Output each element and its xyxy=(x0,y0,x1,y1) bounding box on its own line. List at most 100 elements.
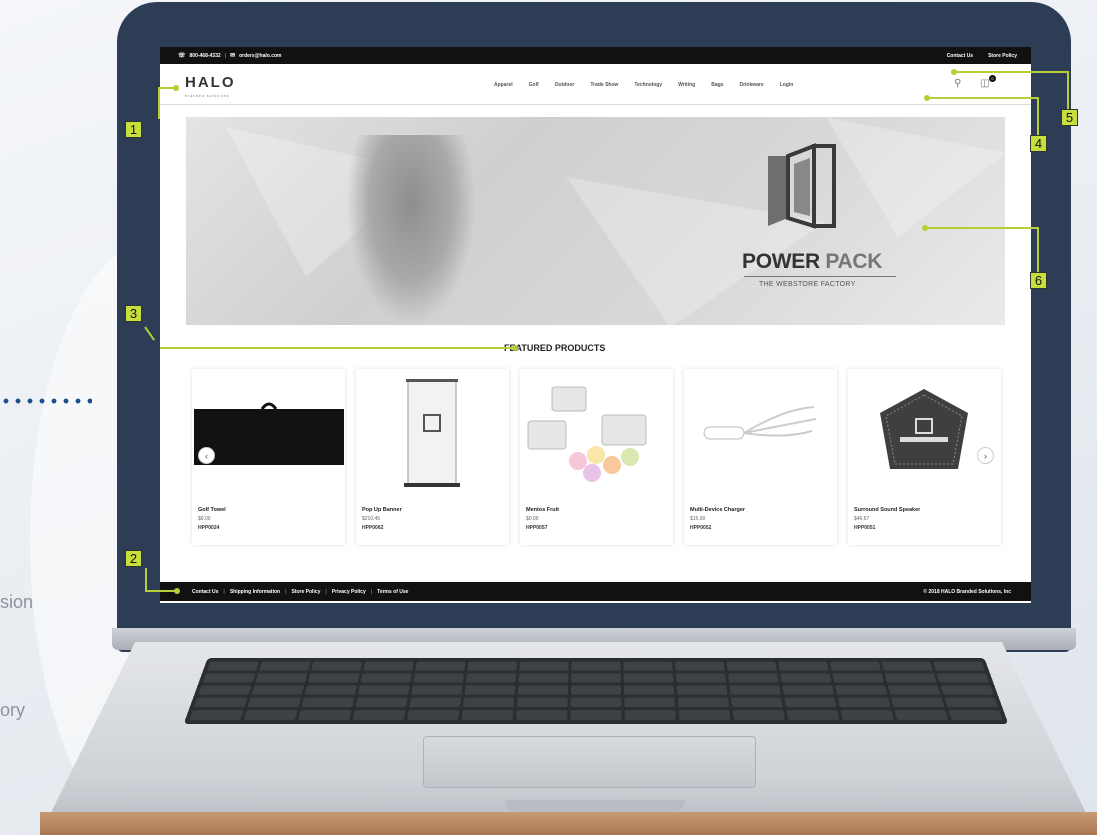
logo-text: HALO xyxy=(185,74,236,91)
dotted-line xyxy=(0,398,92,404)
hero-title-light: PACK xyxy=(825,250,883,273)
nav-item-writing[interactable]: Writing xyxy=(678,82,695,88)
callout-1-line xyxy=(158,87,176,89)
nav-item-bags[interactable]: Bags xyxy=(711,82,723,88)
callout-6-line xyxy=(1037,227,1039,273)
keyboard-key xyxy=(674,661,725,671)
footer-separator: | xyxy=(370,588,373,595)
nav-menu: Apparel Golf Outdoor Trade Show Technolo… xyxy=(494,82,793,88)
keyboard-key xyxy=(784,697,837,708)
keyboard-key xyxy=(894,710,949,720)
footer-separator: | xyxy=(285,588,287,595)
product-name[interactable]: Mentos Fruit xyxy=(526,507,559,513)
callout-3-line xyxy=(160,347,514,349)
login-link[interactable]: Login xyxy=(780,82,794,88)
keyboard-key xyxy=(782,685,835,695)
footer-store-policy-link[interactable]: Store Policy xyxy=(292,589,321,595)
keyboard-key xyxy=(881,661,933,671)
keyboard-key xyxy=(206,661,259,671)
keyboard-key xyxy=(406,710,460,720)
callout-2-line xyxy=(145,568,147,590)
product-card[interactable]: Multi-Device Charger $15.00 HPP0052 xyxy=(684,369,837,545)
product-card[interactable]: Golf Towel $6.00 HPP0024 xyxy=(192,369,345,545)
keyboard-key xyxy=(464,685,516,695)
footer-shipping-link[interactable]: Shipping Information xyxy=(230,589,280,595)
keyboard-key xyxy=(727,673,779,683)
product-name[interactable]: Surround Sound Speaker xyxy=(854,507,920,513)
keyboard-key xyxy=(301,697,355,708)
keyboard-key xyxy=(467,661,518,671)
keyboard-key xyxy=(363,661,414,671)
nav-item-trade-show[interactable]: Trade Show xyxy=(590,82,618,88)
footer-privacy-link[interactable]: Privacy Policy xyxy=(332,589,366,595)
keyboard-key xyxy=(517,685,569,695)
hero-title-bold: POWER xyxy=(742,250,820,273)
email-link[interactable]: orders@halo.com xyxy=(239,53,281,59)
top-bar: ☏ 800-468-4332 | ✉ orders@halo.com Conta… xyxy=(160,47,1031,64)
nav-item-drinkware[interactable]: Drinkware xyxy=(739,82,763,88)
mentos-fruit-image xyxy=(527,386,647,482)
hero-banner[interactable]: POWER PACK THE WEBSTORE FACTORY xyxy=(186,117,1005,325)
hiker-image xyxy=(346,135,476,325)
headset-icon: ☏ xyxy=(178,53,186,59)
halo-logo[interactable]: HALO branded solutions xyxy=(185,74,236,103)
keyboard-key xyxy=(729,685,781,695)
keyboard-key xyxy=(198,685,252,695)
keyboard-key xyxy=(465,673,517,683)
keyboard-key xyxy=(571,661,621,671)
footer-contact-link[interactable]: Contact Us xyxy=(192,589,218,595)
power-pack-logo-icon xyxy=(768,143,836,229)
keyboard-key xyxy=(677,697,730,708)
nav-item-outdoor[interactable]: Outdoor xyxy=(555,82,575,88)
callout-3: 3 xyxy=(125,305,142,322)
nav-item-apparel[interactable]: Apparel xyxy=(494,82,513,88)
product-sku: HPP0051 xyxy=(854,525,876,531)
footer-terms-link[interactable]: Terms of Use xyxy=(377,589,408,595)
carousel-next-button[interactable]: › xyxy=(977,447,994,464)
product-name[interactable]: Golf Towel xyxy=(198,507,226,513)
keyboard-key xyxy=(780,673,832,683)
product-card[interactable]: Mentos Fruit $0.09 HPP0057 xyxy=(520,369,673,545)
product-card[interactable]: Pop Up Banner $210.45 HPP0062 xyxy=(356,369,509,545)
topbar-store-policy-link[interactable]: Store Policy xyxy=(988,53,1017,59)
footer-separator: | xyxy=(223,588,225,595)
hero-title: POWER PACK xyxy=(742,250,882,274)
keyboard-key xyxy=(518,673,569,683)
callout-4: 4 xyxy=(1030,135,1047,152)
callout-5: 5 xyxy=(1061,109,1078,126)
keyboard-key xyxy=(355,697,408,708)
keyboard-key xyxy=(570,697,622,708)
product-sku: HPP0062 xyxy=(362,525,384,531)
chevron-left-icon: ‹ xyxy=(205,450,208,461)
nav-item-technology[interactable]: Technology xyxy=(634,82,662,88)
hero-subtitle: THE WEBSTORE FACTORY xyxy=(759,281,856,288)
keyboard-key xyxy=(243,710,298,720)
keyboard-key xyxy=(676,685,728,695)
callout-4-line xyxy=(1037,97,1039,137)
nav-item-golf[interactable]: Golf xyxy=(529,82,539,88)
keyboard-key xyxy=(304,685,358,695)
keyboard-key xyxy=(189,710,244,720)
search-icon[interactable]: ⚲ xyxy=(954,78,961,89)
side-text-1: sion xyxy=(0,592,34,612)
laptop-base-lip xyxy=(40,812,1097,835)
keyboard-key xyxy=(940,685,994,695)
multi-device-charger-image xyxy=(703,406,817,440)
carousel-prev-button[interactable]: ‹ xyxy=(198,447,215,464)
product-name[interactable]: Multi-Device Charger xyxy=(690,507,745,513)
topbar-contact-link[interactable]: Contact Us xyxy=(947,53,973,59)
keyboard xyxy=(183,658,1009,724)
banner-facet xyxy=(826,117,1005,237)
cart-icon[interactable]: ◫ xyxy=(980,78,989,89)
product-price: $0.09 xyxy=(526,516,539,522)
keyboard-key xyxy=(311,661,363,671)
keyboard-key xyxy=(834,685,888,695)
keyboard-key xyxy=(360,673,412,683)
callout-2-line xyxy=(145,590,176,592)
phone-number[interactable]: 800-468-4332 xyxy=(190,53,221,59)
keyboard-key xyxy=(840,710,894,720)
product-name[interactable]: Pop Up Banner xyxy=(362,507,402,513)
keyboard-key xyxy=(247,697,301,708)
product-price: $6.00 xyxy=(198,516,211,522)
golf-towel-image xyxy=(194,402,344,465)
